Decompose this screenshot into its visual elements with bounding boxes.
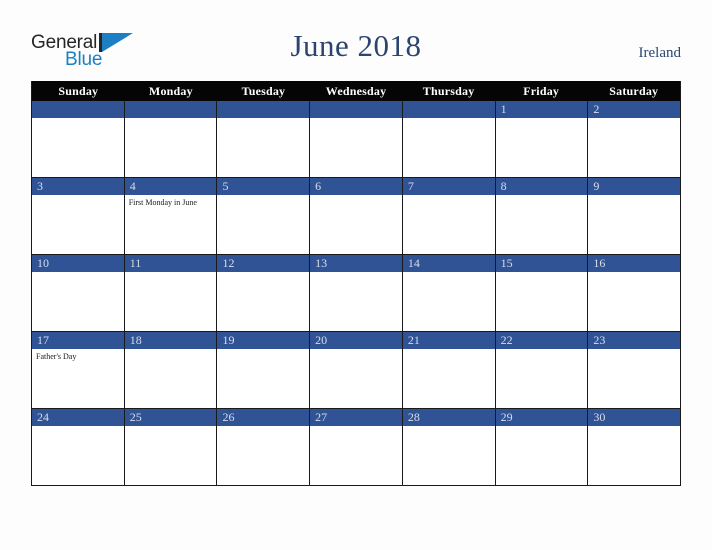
calendar-day-cell[interactable]: [124, 101, 218, 178]
calendar-day-cell[interactable]: 3: [32, 178, 125, 255]
day-number: 16: [588, 255, 681, 272]
day-number: [217, 101, 310, 118]
calendar-weeks: 1 2 3 4 First Monday in June 5 6 7 8 9 10 11 12 13 14 1…: [32, 101, 681, 486]
day-number: 17: [32, 332, 124, 349]
day-number: 29: [495, 409, 588, 426]
calendar-day-cell[interactable]: 23: [588, 332, 681, 409]
calendar-day-cell[interactable]: 21: [402, 332, 496, 409]
day-number: 25: [124, 409, 217, 426]
day-number: 6: [310, 178, 402, 195]
calendar-day-cell[interactable]: 27: [310, 409, 403, 486]
calendar-week-row: 12: [32, 101, 681, 178]
calendar-week-row: 17 Father's Day 18 19 20 21 22 23: [32, 332, 681, 409]
day-number: [32, 101, 124, 118]
day-number: 20: [310, 332, 402, 349]
calendar-day-cell[interactable]: 13: [310, 255, 403, 332]
day-number: 1: [495, 101, 588, 118]
day-events: First Monday in June: [125, 195, 217, 208]
day-number: 4: [124, 178, 217, 195]
calendar-day-cell[interactable]: 17 Father's Day: [32, 332, 125, 409]
day-number: 15: [495, 255, 588, 272]
calendar-day-cell[interactable]: 7: [402, 178, 496, 255]
day-number: 19: [217, 332, 310, 349]
day-number: [124, 101, 217, 118]
calendar-day-cell[interactable]: 9: [588, 178, 681, 255]
calendar-day-cell[interactable]: 26: [217, 409, 311, 486]
weekday-header-saturday: Saturday: [609, 84, 659, 98]
day-number: 2: [588, 101, 681, 118]
calendar-day-cell[interactable]: 30: [588, 409, 681, 486]
day-number: 24: [32, 409, 124, 426]
weekday-header-friday: Friday: [523, 84, 560, 98]
day-number: [310, 101, 402, 118]
day-number: [402, 101, 495, 118]
calendar-day-cell[interactable]: 28: [402, 409, 496, 486]
calendar-day-cell[interactable]: 20: [310, 332, 403, 409]
page-header: General Blue June 2018 Ireland: [0, 0, 712, 78]
day-number: 27: [310, 409, 402, 426]
calendar-day-cell[interactable]: 18: [124, 332, 218, 409]
calendar-day-cell[interactable]: [217, 101, 311, 178]
calendar-day-cell[interactable]: 14: [402, 255, 496, 332]
calendar-day-cell[interactable]: 19: [217, 332, 311, 409]
day-number: 11: [124, 255, 217, 272]
calendar-week-row: 3 4 First Monday in June 5 6 7 8 9: [32, 178, 681, 255]
calendar-day-cell[interactable]: [402, 101, 496, 178]
calendar-day-cell[interactable]: 12: [217, 255, 311, 332]
weekday-header-row: Sunday Monday Tuesday Wednesday Thursday…: [32, 81, 680, 101]
weekday-header-tuesday: Tuesday: [241, 84, 286, 98]
day-number: 10: [32, 255, 124, 272]
calendar-day-cell[interactable]: 2: [588, 101, 681, 178]
day-number: 3: [32, 178, 124, 195]
calendar-day-cell[interactable]: 15: [495, 255, 589, 332]
calendar-day-cell[interactable]: 10: [32, 255, 125, 332]
day-number: 9: [588, 178, 681, 195]
calendar-day-cell[interactable]: 24: [32, 409, 125, 486]
day-number: 26: [217, 409, 310, 426]
page-title: June 2018: [290, 28, 422, 63]
day-number: 7: [402, 178, 495, 195]
calendar-day-cell[interactable]: [32, 101, 125, 178]
calendar-day-cell[interactable]: 8: [495, 178, 589, 255]
calendar-day-cell[interactable]: 25: [124, 409, 218, 486]
day-number: 18: [124, 332, 217, 349]
day-number: 21: [402, 332, 495, 349]
day-number: 5: [217, 178, 310, 195]
calendar-day-cell[interactable]: [310, 101, 403, 178]
calendar-day-cell[interactable]: 16: [588, 255, 681, 332]
weekday-header-wednesday: Wednesday: [325, 84, 387, 98]
day-number: 23: [588, 332, 681, 349]
calendar-week-row: 10 11 12 13 14 15 16: [32, 255, 681, 332]
calendar-week-row: 24 25 26 27 28 29 30: [32, 409, 681, 486]
weekday-header-sunday: Sunday: [58, 84, 99, 98]
weekday-header-monday: Monday: [148, 84, 193, 98]
calendar-day-cell[interactable]: 1: [495, 101, 589, 178]
day-number: 30: [588, 409, 681, 426]
day-events: Father's Day: [32, 349, 124, 362]
day-number: 8: [495, 178, 588, 195]
calendar-day-cell[interactable]: 11: [124, 255, 218, 332]
calendar-grid: Sunday Monday Tuesday Wednesday Thursday…: [31, 81, 681, 486]
calendar-page: General Blue June 2018 Ireland Sunday Mo…: [0, 0, 712, 550]
calendar-day-cell[interactable]: 4 First Monday in June: [124, 178, 218, 255]
country-label: Ireland: [638, 45, 681, 61]
day-number: 13: [310, 255, 402, 272]
day-number: 22: [495, 332, 588, 349]
calendar-day-cell[interactable]: 5: [217, 178, 311, 255]
calendar-day-cell[interactable]: 6: [310, 178, 403, 255]
day-event: Father's Day: [36, 352, 77, 361]
day-event: First Monday in June: [128, 198, 197, 207]
day-number: 12: [217, 255, 310, 272]
day-number: 14: [402, 255, 495, 272]
calendar-day-cell[interactable]: 29: [495, 409, 589, 486]
weekday-header-thursday: Thursday: [422, 84, 475, 98]
calendar-day-cell[interactable]: 22: [495, 332, 589, 409]
day-number: 28: [402, 409, 495, 426]
